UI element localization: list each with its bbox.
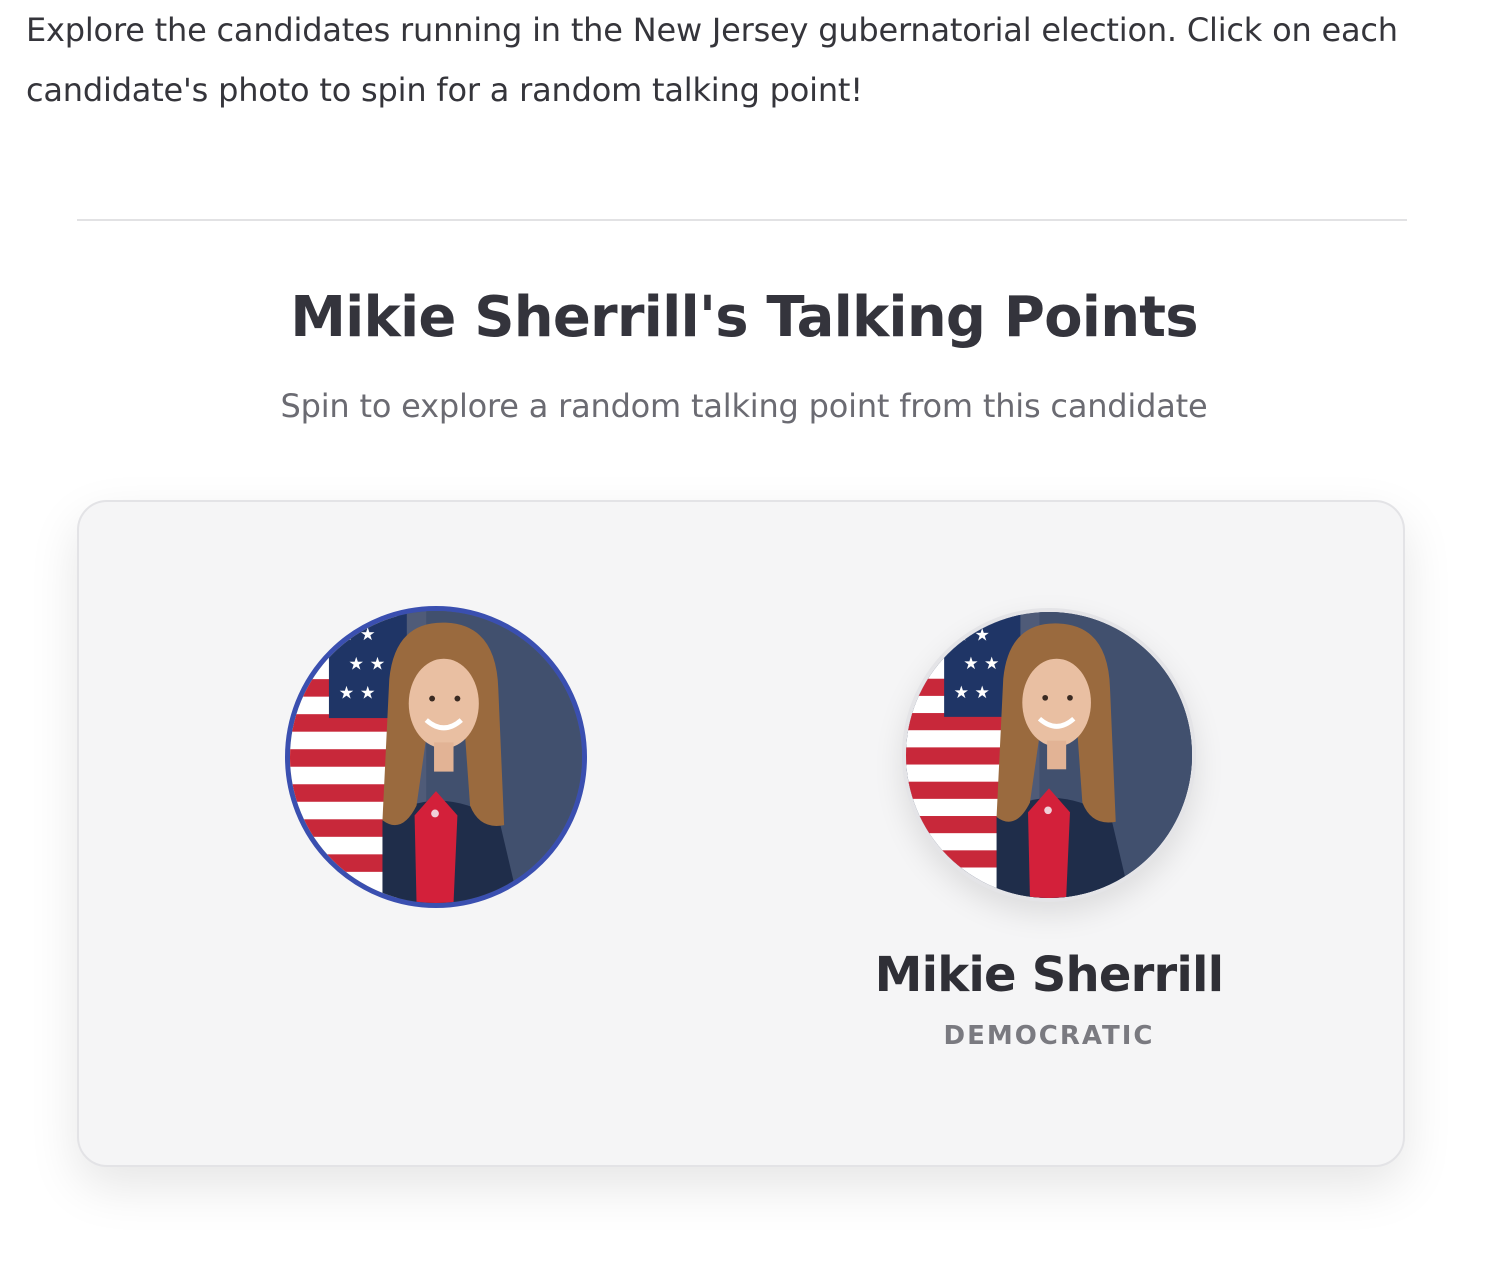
svg-text:★ ★: ★ ★ [339, 684, 376, 704]
section-subtitle: Spin to explore a random talking point f… [280, 387, 1208, 425]
candidate-name: Mikie Sherrill [874, 947, 1224, 1003]
spin-wheel-photo[interactable]: ★ ★ ★ ★ ★ ★ [285, 606, 587, 908]
svg-text:★ ★: ★ ★ [954, 683, 990, 703]
candidate-portrait-icon: ★ ★ ★ ★ ★ ★ [290, 611, 582, 903]
section-divider [77, 219, 1407, 221]
svg-text:★ ★: ★ ★ [963, 654, 999, 674]
candidate-portrait-icon: ★ ★ ★ ★ ★ ★ [906, 612, 1192, 898]
svg-text:★ ★: ★ ★ [954, 626, 990, 646]
candidate-party: DEMOCRATIC [943, 1021, 1155, 1051]
svg-text:★ ★: ★ ★ [348, 654, 385, 674]
candidate-photo[interactable]: ★ ★ ★ ★ ★ ★ [902, 608, 1196, 902]
svg-text:★ ★: ★ ★ [339, 625, 376, 645]
intro-text: Explore the candidates running in the Ne… [26, 11, 1398, 109]
talking-points-card: ★ ★ ★ ★ ★ ★ ★ ★ ★ ★ ★ ★ Mikie Sherrill D… [77, 500, 1405, 1167]
section-title: Mikie Sherrill's Talking Points [290, 285, 1198, 350]
